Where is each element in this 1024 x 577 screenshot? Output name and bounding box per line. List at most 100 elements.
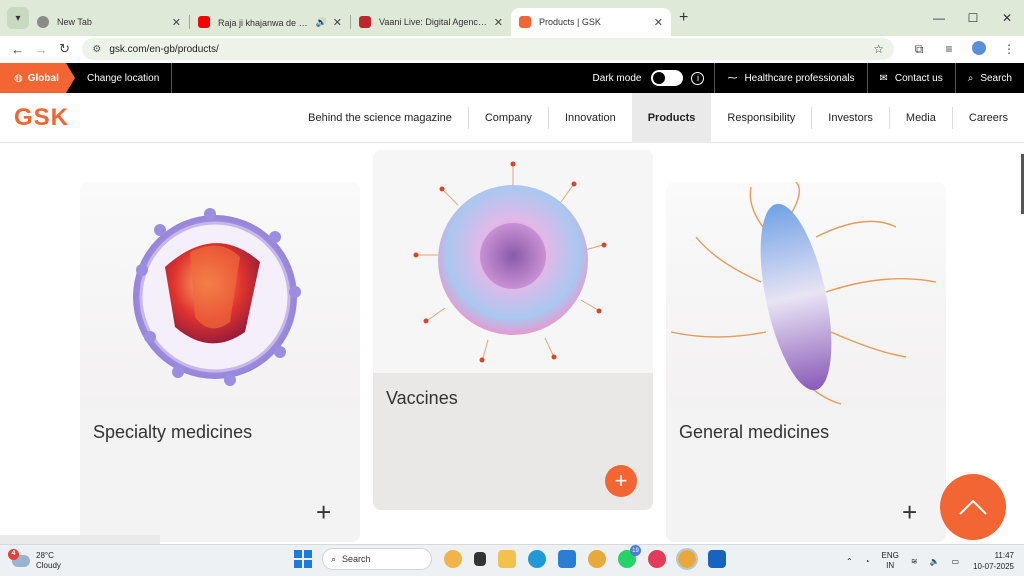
vaccine-illustration xyxy=(373,150,653,373)
whatsapp-icon[interactable]: 19 xyxy=(618,545,641,568)
status-link-preview xyxy=(0,535,160,544)
task-view-icon[interactable] xyxy=(474,552,486,566)
taskbar-search[interactable]: ⌕ Search xyxy=(322,548,432,570)
nav-company[interactable]: Company xyxy=(469,93,548,143)
weather-condition: Cloudy xyxy=(36,560,61,570)
card-label: Vaccines xyxy=(386,388,458,408)
change-location-link[interactable]: Change location xyxy=(75,63,173,93)
file-explorer-icon[interactable] xyxy=(498,550,516,568)
bookmark-star-icon[interactable]: ☆ xyxy=(873,42,884,56)
forward-icon[interactable]: → xyxy=(29,42,52,57)
card-vaccines[interactable]: Vaccines + xyxy=(373,150,653,510)
taskbar-search-label: Search xyxy=(342,554,371,564)
vscode-icon[interactable] xyxy=(558,550,576,568)
wifi-icon[interactable]: ≋ xyxy=(911,557,918,566)
vaccine-image xyxy=(413,161,607,363)
nav-media[interactable]: Media xyxy=(890,93,952,143)
media-controls-icon[interactable]: ≡ xyxy=(934,42,964,56)
nav-careers[interactable]: Careers xyxy=(953,93,1024,143)
speaker-icon[interactable]: 🔊 xyxy=(316,17,327,28)
nav-innovation[interactable]: Innovation xyxy=(549,93,632,143)
lang-top: ENG xyxy=(881,551,899,560)
address-bar-row: ← → ↻ ⚙ gsk.com/en-gb/products/ ☆ ⧉ ≡ ⋮ xyxy=(0,36,1024,62)
global-label: Global xyxy=(27,72,59,84)
close-icon[interactable]: ✕ xyxy=(654,16,663,29)
nav-behind-the-science[interactable]: Behind the science magazine xyxy=(292,93,468,143)
tab-title: New Tab xyxy=(57,17,92,27)
close-icon[interactable]: ✕ xyxy=(494,16,503,29)
maximize-icon[interactable]: ☐ xyxy=(956,11,990,25)
tab-title: Products | GSK xyxy=(539,17,601,27)
weather-widget[interactable]: 4 28°C Cloudy xyxy=(8,548,61,571)
search-link[interactable]: ⌕ Search xyxy=(954,63,1024,93)
media-player-icon[interactable] xyxy=(648,550,666,568)
main-navigation: GSK Behind the science magazine Company … xyxy=(0,92,1024,143)
widget-app-icon[interactable] xyxy=(444,550,462,568)
gsk-utility-bar: ◍ Global Change location Dark mode i ⁓ H… xyxy=(0,63,1024,93)
close-icon[interactable]: ✕ xyxy=(172,16,181,29)
bacteria-illustration xyxy=(666,182,946,407)
tab-youtube[interactable]: Raja ji khajanwa de da | रा 🔊 ✕ xyxy=(190,8,350,36)
card-specialty-medicines[interactable]: Specialty medicines + xyxy=(80,182,360,542)
nav-responsibility[interactable]: Responsibility xyxy=(711,93,811,143)
language-indicator[interactable]: ENG IN xyxy=(882,551,899,571)
dark-mode-toggle[interactable] xyxy=(651,70,684,86)
nav-investors[interactable]: Investors xyxy=(812,93,889,143)
gsk-favicon-icon xyxy=(519,16,531,28)
chevron-up-icon[interactable]: ⌃ xyxy=(846,557,853,566)
profile-avatar[interactable] xyxy=(964,40,994,58)
extensions-icon[interactable]: ⧉ xyxy=(904,42,934,57)
chrome-profile-icon[interactable] xyxy=(676,548,698,570)
close-window-icon[interactable]: ✕ xyxy=(990,11,1024,25)
expand-plus-icon[interactable]: + xyxy=(902,497,917,528)
scroll-to-top-button[interactable] xyxy=(940,474,1006,540)
minimize-icon[interactable]: — xyxy=(922,11,956,25)
chrome-icon[interactable] xyxy=(588,550,606,568)
nav-products[interactable]: Products xyxy=(631,92,712,143)
weather-temp: 28°C xyxy=(36,550,54,560)
tab-gsk-products[interactable]: Products | GSK ✕ xyxy=(511,8,671,36)
contact-label: Contact us xyxy=(894,72,943,84)
close-icon[interactable]: ✕ xyxy=(333,16,342,29)
outlook-icon[interactable] xyxy=(708,550,726,568)
url-input[interactable]: ⚙ gsk.com/en-gb/products/ ☆ xyxy=(82,38,894,60)
edge-icon[interactable] xyxy=(528,550,546,568)
volume-icon[interactable]: 🔈 xyxy=(930,557,940,566)
mail-icon: ✉ xyxy=(879,72,888,84)
clock-date: 10-07-2025 xyxy=(973,562,1014,571)
tab-title: Raja ji khajanwa de da | रा xyxy=(218,17,310,28)
windows-start-icon[interactable] xyxy=(294,550,312,568)
expand-plus-icon[interactable]: + xyxy=(316,497,331,528)
dark-mode-control: Dark mode i xyxy=(593,70,715,86)
tab-search-button[interactable]: ▾ xyxy=(7,7,29,29)
tab-new-tab[interactable]: New Tab ✕ xyxy=(29,8,189,36)
healthcare-professionals-link[interactable]: ⁓ Healthcare professionals xyxy=(714,63,866,93)
network-status-icon[interactable]: ◔ xyxy=(865,557,870,566)
chrome-icon xyxy=(37,16,49,28)
contact-us-link[interactable]: ✉ Contact us xyxy=(866,63,955,93)
browser-tab-bar: ▾ New Tab ✕ Raja ji khajanwa de da | रा … xyxy=(0,0,1024,36)
info-icon[interactable]: i xyxy=(691,71,705,85)
gsk-logo[interactable]: GSK xyxy=(14,104,69,132)
global-button[interactable]: ◍ Global xyxy=(0,63,75,93)
back-icon[interactable]: ← xyxy=(6,42,29,57)
tab-title: Vaani Live: Digital Agency, Web xyxy=(379,17,488,27)
search-icon: ⌕ xyxy=(967,72,974,84)
vaani-icon xyxy=(359,16,371,28)
products-content: Specialty medicines + Vaccines + General… xyxy=(0,144,1024,544)
system-tray: ⌃ ◔ ENG IN ≋ 🔈 ▭ 11:47 10-07-2025 xyxy=(834,545,1014,577)
battery-icon[interactable]: ▭ xyxy=(952,557,960,566)
globe-icon: ◍ xyxy=(14,72,23,84)
new-tab-button[interactable]: + xyxy=(679,9,688,27)
clock[interactable]: 11:47 10-07-2025 xyxy=(973,550,1014,572)
windows-taskbar: 4 28°C Cloudy ⌕ Search 19 ⌃ ◔ ENG IN ≋ 🔈… xyxy=(0,544,1024,576)
site-info-icon[interactable]: ⚙ xyxy=(92,44,101,55)
card-general-medicines[interactable]: General medicines + xyxy=(666,182,946,542)
expand-plus-button[interactable]: + xyxy=(605,465,637,497)
clock-time: 11:47 xyxy=(994,551,1014,560)
healthcare-label: Healthcare professionals xyxy=(744,72,855,84)
tab-vaani[interactable]: Vaani Live: Digital Agency, Web ✕ xyxy=(351,8,511,36)
virus-image xyxy=(133,208,301,386)
menu-icon[interactable]: ⋮ xyxy=(994,42,1024,56)
reload-icon[interactable]: ↻ xyxy=(53,41,76,57)
